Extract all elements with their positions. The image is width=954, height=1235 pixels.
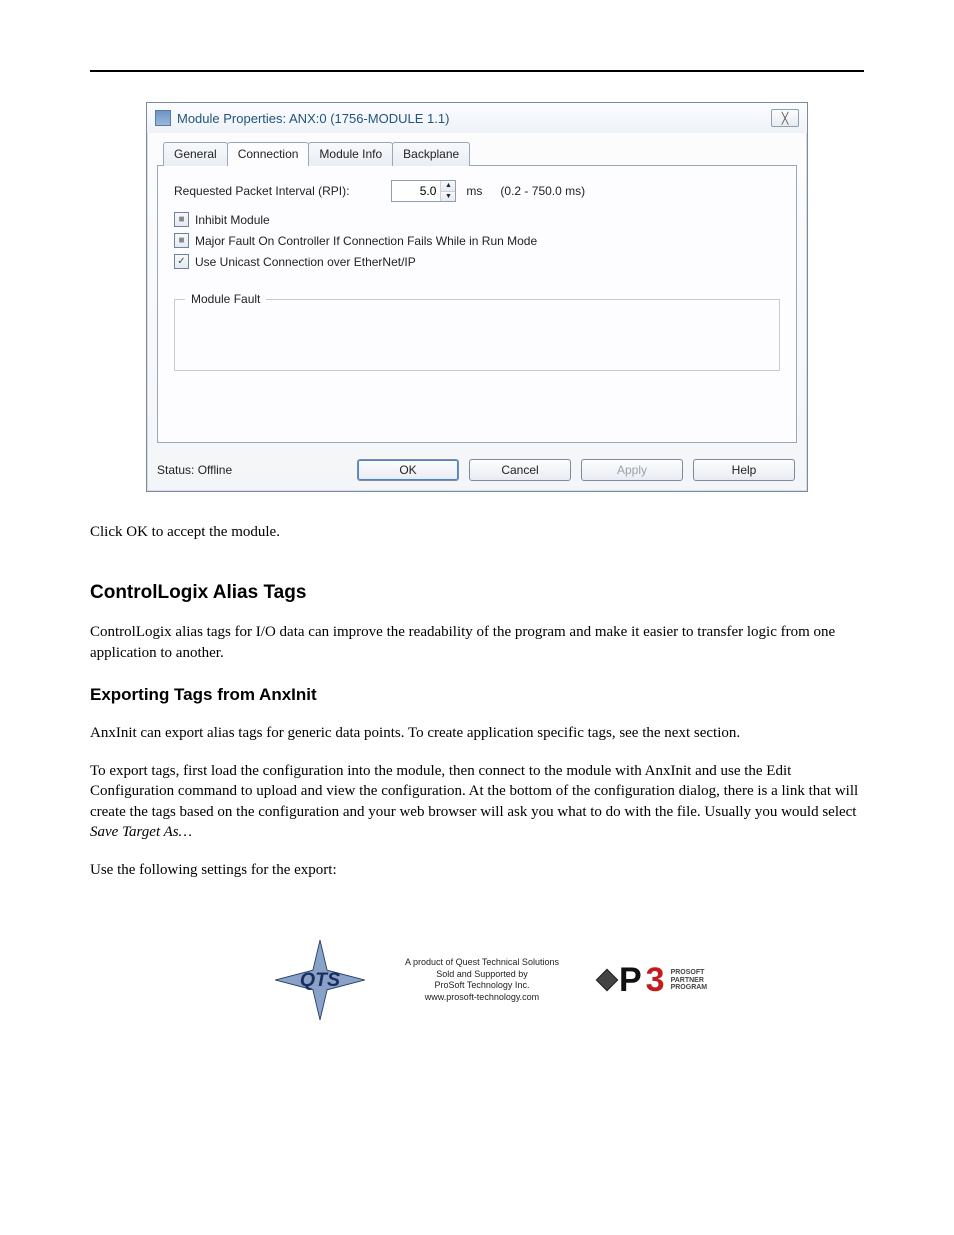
header-rule — [90, 70, 864, 72]
close-icon[interactable]: ╳ — [771, 109, 799, 127]
p3-line-2: PARTNER — [671, 977, 708, 984]
p3-digit-3: 3 — [646, 961, 665, 1000]
help-button[interactable]: Help — [693, 459, 795, 481]
heading-alias-tags: ControlLogix Alias Tags — [90, 582, 864, 604]
cancel-button[interactable]: Cancel — [469, 459, 571, 481]
checkbox-unicast-label: Use Unicast Connection over EtherNet/IP — [195, 255, 416, 269]
rpi-stepper[interactable]: ▲ ▼ — [391, 180, 456, 202]
tab-strip: General Connection Module Info Backplane — [163, 141, 797, 165]
para-alias-body: ControlLogix alias tags for I/O data can… — [90, 622, 864, 663]
p3-line-3: PROGRAM — [671, 984, 708, 991]
page-footer: QTS A product of Quest Technical Solutio… — [90, 940, 864, 1020]
rpi-unit: ms — [466, 184, 482, 198]
para-export-2: To export tags, first load the configura… — [90, 761, 864, 842]
checkbox-major-fault-label: Major Fault On Controller If Connection … — [195, 234, 537, 248]
p3-right-text: PROSOFT PARTNER PROGRAM — [671, 969, 708, 991]
module-fault-group: Module Fault — [174, 299, 780, 371]
checkbox-inhibit-label: Inhibit Module — [195, 213, 270, 227]
window-icon — [155, 110, 171, 126]
tab-connection[interactable]: Connection — [227, 142, 310, 166]
titlebar: Module Properties: ANX:0 (1756-MODULE 1.… — [147, 103, 807, 133]
p3-logo: P3 PROSOFT PARTNER PROGRAM — [599, 952, 679, 1008]
apply-button[interactable]: Apply — [581, 459, 683, 481]
window-title: Module Properties: ANX:0 (1756-MODULE 1.… — [177, 111, 449, 126]
para-export-2-italic: Save Target As… — [90, 824, 192, 840]
tab-general[interactable]: General — [163, 142, 228, 166]
para-export-2-prefix: To export tags, first load the configura… — [90, 763, 858, 820]
tab-connection-pane: Requested Packet Interval (RPI): ▲ ▼ ms … — [157, 165, 797, 443]
spin-up-icon[interactable]: ▲ — [441, 181, 455, 192]
checkbox-inhibit[interactable]: ■ — [174, 212, 189, 227]
module-fault-legend: Module Fault — [185, 292, 266, 306]
qts-logo: QTS — [275, 940, 365, 1020]
p3-diamond-icon — [596, 969, 619, 992]
footer-line-4: www.prosoft-technology.com — [405, 992, 559, 1004]
module-properties-dialog: Module Properties: ANX:0 (1756-MODULE 1.… — [146, 102, 808, 492]
checkbox-major-fault[interactable]: ■ — [174, 233, 189, 248]
tab-backplane[interactable]: Backplane — [392, 142, 470, 166]
para-export-3: Use the following settings for the expor… — [90, 860, 864, 880]
footer-line-3: ProSoft Technology Inc. — [405, 980, 559, 992]
spin-down-icon[interactable]: ▼ — [441, 192, 455, 202]
status-text: Status: Offline — [157, 463, 232, 477]
svg-text:QTS: QTS — [300, 969, 340, 991]
checkbox-unicast[interactable]: ✓ — [174, 254, 189, 269]
rpi-range: (0.2 - 750.0 ms) — [500, 184, 585, 198]
footer-line-2: Sold and Supported by — [405, 969, 559, 981]
p3-letter-p: P — [619, 961, 642, 1000]
para-export-1: AnxInit can export alias tags for generi… — [90, 723, 864, 743]
rpi-label: Requested Packet Interval (RPI): — [174, 184, 349, 198]
para-click-ok: Click OK to accept the module. — [90, 522, 864, 542]
ok-button[interactable]: OK — [357, 459, 459, 481]
p3-line-1: PROSOFT — [671, 969, 708, 976]
rpi-input[interactable] — [392, 181, 440, 201]
tab-module-info[interactable]: Module Info — [308, 142, 393, 166]
footer-text: A product of Quest Technical Solutions S… — [405, 957, 559, 1004]
footer-line-1: A product of Quest Technical Solutions — [405, 957, 559, 969]
heading-export-tags: Exporting Tags from AnxInit — [90, 685, 864, 705]
